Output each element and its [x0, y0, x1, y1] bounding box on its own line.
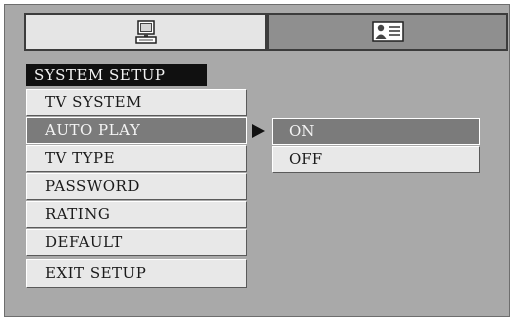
computer-icon	[134, 20, 157, 44]
menu-item-tv-system[interactable]: TV SYSTEM	[26, 89, 247, 116]
user-card-icon	[371, 21, 404, 42]
menu-item-rating[interactable]: RATING	[26, 201, 247, 228]
option-off[interactable]: OFF	[272, 146, 480, 173]
menu-item-auto-play[interactable]: AUTO PLAY	[26, 117, 247, 144]
option-on[interactable]: ON	[272, 118, 480, 145]
menu-item-default[interactable]: DEFAULT	[26, 229, 247, 256]
tab-general-setup[interactable]	[24, 13, 267, 51]
menu-item-exit-setup[interactable]: EXIT SETUP	[26, 259, 247, 288]
tab-preference-setup[interactable]	[267, 13, 508, 51]
section-title: SYSTEM SETUP	[26, 64, 207, 86]
menu-item-password[interactable]: PASSWORD	[26, 173, 247, 200]
selection-arrow-icon	[252, 124, 265, 138]
menu-item-tv-type[interactable]: TV TYPE	[26, 145, 247, 172]
